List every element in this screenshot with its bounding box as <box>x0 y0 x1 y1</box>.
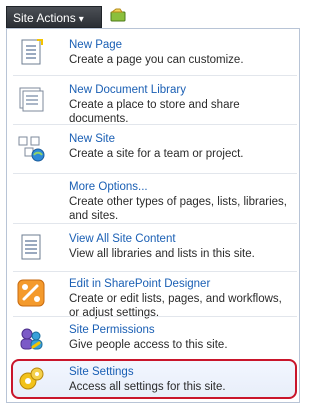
menu-item-description: Create a site for a team or project. <box>69 148 244 160</box>
chevron-down-icon: ▾ <box>78 14 84 25</box>
designer-icon <box>17 279 45 307</box>
settings-gear-icon <box>19 367 44 390</box>
menu-separator <box>13 271 297 272</box>
site-actions-menu-button[interactable]: Site Actions ▾ <box>6 6 102 28</box>
menu-item-description: View all libraries and lists in this sit… <box>69 248 255 260</box>
menu-separator <box>13 124 297 125</box>
menu-separator <box>13 173 297 174</box>
menu-separator <box>13 316 297 317</box>
menu-item-title[interactable]: Edit in SharePoint Designer <box>69 278 210 290</box>
site-actions-label: Site Actions <box>13 11 76 25</box>
menu-item-description: Access all settings for this site. <box>69 381 226 393</box>
menu-item-title[interactable]: New Page <box>69 39 122 51</box>
menu-item-title[interactable]: New Site <box>69 133 115 145</box>
menu-item-title[interactable]: New Document Library <box>69 84 186 96</box>
menu-separator <box>13 223 297 224</box>
permissions-icon <box>20 328 43 350</box>
content-icon <box>21 234 41 260</box>
site-actions-dropdown: New Page Create a page you can customize… <box>6 28 300 403</box>
menu-item-title[interactable]: Site Settings <box>69 366 134 378</box>
browse-folder-icon[interactable] <box>110 8 126 22</box>
page-icon <box>21 39 43 65</box>
menu-item-title[interactable]: View All Site Content <box>69 233 176 245</box>
menu-item-description: Create a place to store and share docume… <box>69 99 240 125</box>
menu-separator <box>13 75 297 76</box>
menu-item-description: Give people access to this site. <box>69 339 228 351</box>
menu-item-title[interactable]: Site Permissions <box>69 324 155 336</box>
menu-item-title[interactable]: More Options... <box>69 181 148 193</box>
library-icon <box>19 87 44 112</box>
menu-item-description: Create other types of pages, lists, libr… <box>69 196 287 222</box>
menu-item-description: Create a page you can customize. <box>69 54 244 66</box>
top-bar: Site Actions ▾ <box>0 0 302 28</box>
site-icon <box>18 136 45 162</box>
